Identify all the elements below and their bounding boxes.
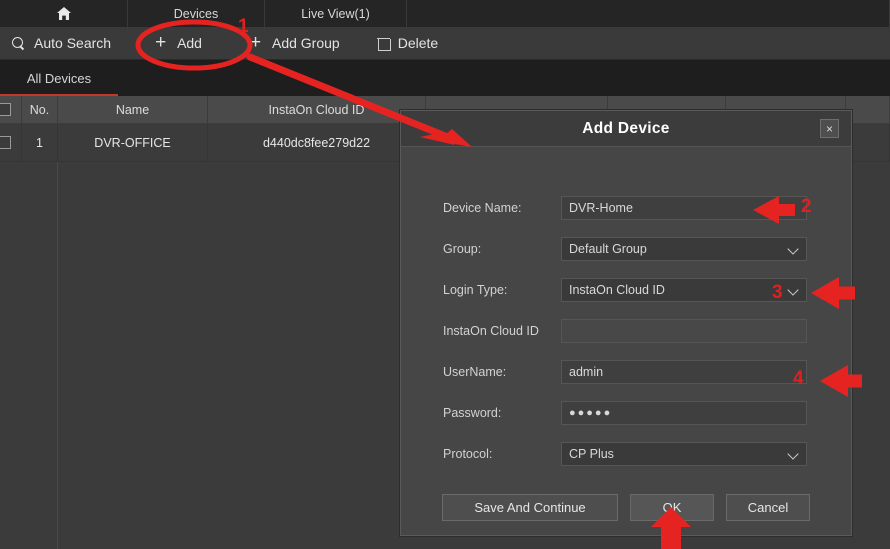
ok-label: OK (663, 500, 682, 515)
device-toolbar: Auto Search + Add + Add Group Delete (0, 27, 890, 60)
cancel-button[interactable]: Cancel (726, 494, 810, 521)
group-select[interactable]: Default Group (561, 237, 807, 261)
cell-cloud-id: d440dc8fee279d22 (208, 124, 426, 162)
password-field[interactable]: ●●●●● (561, 401, 807, 425)
plus-icon: + (250, 37, 263, 50)
column-header-name-label: Name (116, 103, 149, 117)
username-field[interactable]: admin (561, 360, 807, 384)
field-row-login-type: Login Type: InstaOn Cloud ID (401, 269, 851, 310)
application-window: Devices Live View(1) Auto Search + Add +… (0, 0, 890, 549)
field-row-cloud-id: InstaOn Cloud ID (401, 310, 851, 351)
tabbar-empty-area (407, 0, 890, 27)
device-name-value: DVR-Home (569, 201, 633, 215)
column-header-name[interactable]: Name (58, 96, 208, 124)
add-group-label: Add Group (272, 35, 340, 51)
login-type-label: Login Type: (443, 283, 561, 297)
cell-7 (846, 124, 890, 162)
dialog-body: Device Name: DVR-Home Group: Default Gro… (401, 147, 851, 521)
dialog-title: Add Device (582, 120, 669, 138)
tab-home[interactable] (0, 0, 128, 27)
column-header-no[interactable]: No. (22, 96, 58, 124)
select-all-checkbox-cell[interactable] (0, 96, 22, 124)
tab-live-view[interactable]: Live View(1) (265, 0, 407, 27)
dialog-button-bar: Save And Continue OK Cancel (401, 474, 851, 521)
annotation-number-4: 4 (793, 368, 804, 390)
cell-cloud-id-value: d440dc8fee279d22 (263, 136, 370, 150)
login-type-value: InstaOn Cloud ID (569, 283, 665, 297)
cloud-id-label: InstaOn Cloud ID (443, 324, 561, 338)
main-tabbar: Devices Live View(1) (0, 0, 890, 27)
device-name-label: Device Name: (443, 201, 561, 215)
device-name-field[interactable]: DVR-Home (561, 196, 807, 220)
close-icon[interactable]: × (820, 119, 839, 138)
auto-search-label: Auto Search (34, 35, 111, 51)
username-value: admin (569, 365, 603, 379)
cell-name-value: DVR-OFFICE (94, 136, 170, 150)
chevron-down-icon (787, 448, 798, 459)
column-header-cloud-id-label: InstaOn Cloud ID (269, 103, 365, 117)
password-label: Password: (443, 406, 561, 420)
field-row-password: Password: ●●●●● (401, 392, 851, 433)
tab-live-view-label: Live View(1) (301, 7, 370, 21)
column-header-no-label: No. (30, 103, 49, 117)
field-row-protocol: Protocol: CP Plus (401, 433, 851, 474)
save-and-continue-button[interactable]: Save And Continue (442, 494, 618, 521)
auto-search-button[interactable]: Auto Search (0, 27, 125, 60)
home-icon (56, 6, 72, 21)
subtab-all-devices-label: All Devices (27, 71, 91, 86)
row-checkbox[interactable] (0, 136, 11, 149)
protocol-label: Protocol: (443, 447, 561, 461)
group-label: Group: (443, 242, 561, 256)
row-checkbox-cell[interactable] (0, 124, 22, 162)
delete-button[interactable]: Delete (354, 27, 452, 60)
column-header-cloud-id[interactable]: InstaOn Cloud ID (208, 96, 426, 124)
username-label: UserName: (443, 365, 561, 379)
select-all-checkbox[interactable] (0, 103, 11, 116)
save-and-continue-label: Save And Continue (474, 500, 585, 515)
ok-button[interactable]: OK (630, 494, 714, 521)
plus-icon: + (155, 37, 168, 50)
annotation-number-2: 2 (801, 196, 812, 218)
tab-devices-label: Devices (174, 7, 218, 21)
dialog-titlebar[interactable]: Add Device × (401, 111, 851, 147)
column-header-7[interactable] (846, 96, 890, 124)
search-icon (12, 37, 25, 50)
field-row-device-name: Device Name: DVR-Home (401, 187, 851, 228)
group-value: Default Group (569, 242, 647, 256)
cell-name: DVR-OFFICE (58, 124, 208, 162)
table-empty-left (0, 162, 58, 549)
field-row-username: UserName: admin (401, 351, 851, 392)
annotation-number-3: 3 (772, 282, 783, 304)
cell-no-value: 1 (36, 136, 43, 150)
protocol-select[interactable]: CP Plus (561, 442, 807, 466)
password-value: ●●●●● (569, 407, 612, 419)
trash-icon (378, 37, 389, 50)
cloud-id-field[interactable] (561, 319, 807, 343)
login-type-select[interactable]: InstaOn Cloud ID (561, 278, 807, 302)
chevron-down-icon (787, 284, 798, 295)
field-row-group: Group: Default Group (401, 228, 851, 269)
add-device-dialog: Add Device × Device Name: DVR-Home Group… (400, 110, 852, 536)
cancel-label: Cancel (748, 500, 788, 515)
annotation-number-1: 1 (238, 16, 249, 38)
add-button[interactable]: + Add (125, 27, 216, 60)
delete-label: Delete (398, 35, 438, 51)
add-group-button[interactable]: + Add Group (216, 27, 354, 60)
add-label: Add (177, 35, 202, 51)
device-subtabbar: All Devices (0, 60, 890, 96)
cell-no: 1 (22, 124, 58, 162)
subtab-all-devices[interactable]: All Devices (0, 60, 118, 96)
chevron-down-icon (787, 243, 798, 254)
protocol-value: CP Plus (569, 447, 614, 461)
